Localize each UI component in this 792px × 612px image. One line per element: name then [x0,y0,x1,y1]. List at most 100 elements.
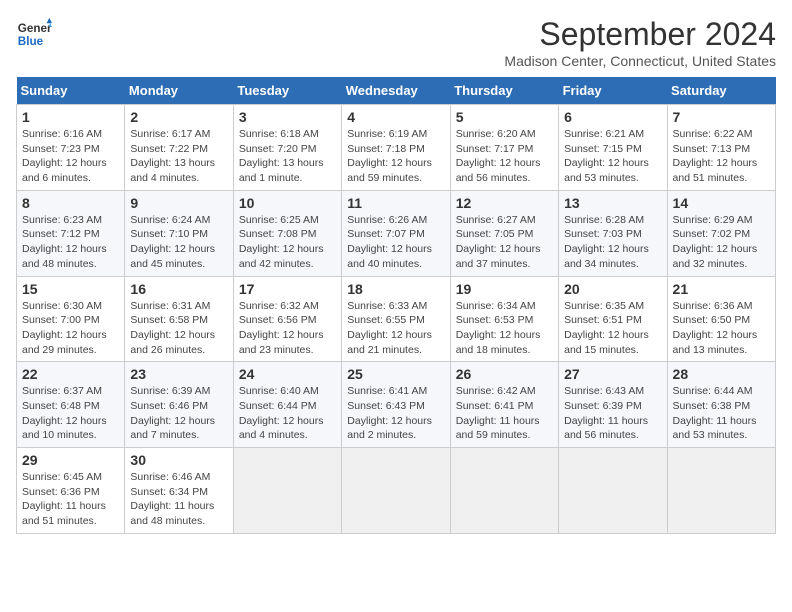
day-number: 21 [673,281,770,297]
calendar-cell: 22 Sunrise: 6:37 AMSunset: 6:48 PMDayligh… [17,362,125,448]
calendar-cell: 20 Sunrise: 6:35 AMSunset: 6:51 PMDayligh… [559,276,667,362]
calendar-cell [559,448,667,534]
calendar-cell [233,448,341,534]
day-detail: Sunrise: 6:35 AMSunset: 6:51 PMDaylight:… [564,299,661,358]
day-number: 16 [130,281,227,297]
day-number: 11 [347,195,444,211]
day-number: 20 [564,281,661,297]
day-detail: Sunrise: 6:33 AMSunset: 6:55 PMDaylight:… [347,299,444,358]
calendar-cell: 17Sunrise: 6:32 AMSunset: 6:56 PMDayligh… [233,276,341,362]
calendar-cell [450,448,558,534]
day-number: 4 [347,109,444,125]
calendar-cell: 4 Sunrise: 6:19 AMSunset: 7:18 PMDaylight… [342,105,450,191]
weekday-header: Wednesday [342,77,450,105]
calendar-cell: 19 Sunrise: 6:34 AMSunset: 6:53 PMDayligh… [450,276,558,362]
calendar-cell: 6Sunrise: 6:21 AMSunset: 7:15 PMDaylight… [559,105,667,191]
day-detail: Sunrise: 6:44 AMSunset: 6:38 PMDaylight:… [673,384,770,443]
day-number: 10 [239,195,336,211]
calendar-cell: 1 Sunrise: 6:16 AMSunset: 7:23 PMDaylight… [17,105,125,191]
day-detail: Sunrise: 6:18 AMSunset: 7:20 PMDaylight:… [239,127,336,186]
calendar-cell: 13 Sunrise: 6:28 AMSunset: 7:03 PMDayligh… [559,190,667,276]
day-number: 7 [673,109,770,125]
day-detail: Sunrise: 6:42 AMSunset: 6:41 PMDaylight:… [456,384,553,443]
calendar-cell: 15 Sunrise: 6:30 AMSunset: 7:00 PMDayligh… [17,276,125,362]
day-detail: Sunrise: 6:17 AMSunset: 7:22 PMDaylight:… [130,127,227,186]
svg-text:General: General [18,22,52,35]
logo: General Blue [16,16,52,52]
calendar-cell: 10 Sunrise: 6:25 AMSunset: 7:08 PMDayligh… [233,190,341,276]
day-number: 2 [130,109,227,125]
day-number: 24 [239,366,336,382]
day-number: 29 [22,452,119,468]
day-number: 14 [673,195,770,211]
day-number: 23 [130,366,227,382]
day-number: 17 [239,281,336,297]
weekday-header: Friday [559,77,667,105]
calendar-cell: 16 Sunrise: 6:31 AMSunset: 6:58 PMDayligh… [125,276,233,362]
week-row: 15 Sunrise: 6:30 AMSunset: 7:00 PMDayligh… [17,276,776,362]
day-number: 25 [347,366,444,382]
calendar-cell: 8Sunrise: 6:23 AMSunset: 7:12 PMDaylight… [17,190,125,276]
day-detail: Sunrise: 6:29 AMSunset: 7:02 PMDaylight:… [673,213,770,272]
day-number: 1 [22,109,119,125]
day-number: 3 [239,109,336,125]
weekday-header: Thursday [450,77,558,105]
day-detail: Sunrise: 6:20 AMSunset: 7:17 PMDaylight:… [456,127,553,186]
calendar-cell: 27 Sunrise: 6:43 AMSunset: 6:39 PMDayligh… [559,362,667,448]
week-row: 8Sunrise: 6:23 AMSunset: 7:12 PMDaylight… [17,190,776,276]
day-number: 18 [347,281,444,297]
calendar-cell: 9Sunrise: 6:24 AMSunset: 7:10 PMDaylight… [125,190,233,276]
weekday-header: Tuesday [233,77,341,105]
calendar-cell: 24 Sunrise: 6:40 AMSunset: 6:44 PMDayligh… [233,362,341,448]
day-number: 27 [564,366,661,382]
calendar-cell: 23Sunrise: 6:39 AMSunset: 6:46 PMDayligh… [125,362,233,448]
day-detail: Sunrise: 6:46 AMSunset: 6:34 PMDaylight:… [130,470,227,529]
svg-text:Blue: Blue [18,35,44,48]
weekday-header: Monday [125,77,233,105]
day-detail: Sunrise: 6:41 AMSunset: 6:43 PMDaylight:… [347,384,444,443]
day-detail: Sunrise: 6:40 AMSunset: 6:44 PMDaylight:… [239,384,336,443]
week-row: 1 Sunrise: 6:16 AMSunset: 7:23 PMDaylight… [17,105,776,191]
day-number: 6 [564,109,661,125]
calendar-cell [342,448,450,534]
title-area: September 2024 Madison Center, Connectic… [504,16,776,69]
logo-icon: General Blue [16,16,52,52]
day-detail: Sunrise: 6:26 AMSunset: 7:07 PMDaylight:… [347,213,444,272]
weekday-header: Saturday [667,77,775,105]
week-row: 29Sunrise: 6:45 AMSunset: 6:36 PMDayligh… [17,448,776,534]
day-number: 26 [456,366,553,382]
calendar-cell: 2 Sunrise: 6:17 AMSunset: 7:22 PMDaylight… [125,105,233,191]
weekday-header-row: SundayMondayTuesdayWednesdayThursdayFrid… [17,77,776,105]
calendar-cell: 5 Sunrise: 6:20 AMSunset: 7:17 PMDaylight… [450,105,558,191]
day-number: 22 [22,366,119,382]
day-detail: Sunrise: 6:24 AMSunset: 7:10 PMDaylight:… [130,213,227,272]
day-number: 30 [130,452,227,468]
day-number: 13 [564,195,661,211]
day-detail: Sunrise: 6:43 AMSunset: 6:39 PMDaylight:… [564,384,661,443]
month-title: September 2024 [504,16,776,53]
calendar-cell: 29Sunrise: 6:45 AMSunset: 6:36 PMDayligh… [17,448,125,534]
calendar-cell [667,448,775,534]
calendar-cell: 26 Sunrise: 6:42 AMSunset: 6:41 PMDayligh… [450,362,558,448]
day-detail: Sunrise: 6:25 AMSunset: 7:08 PMDaylight:… [239,213,336,272]
day-detail: Sunrise: 6:27 AMSunset: 7:05 PMDaylight:… [456,213,553,272]
day-detail: Sunrise: 6:22 AMSunset: 7:13 PMDaylight:… [673,127,770,186]
day-number: 19 [456,281,553,297]
day-detail: Sunrise: 6:30 AMSunset: 7:00 PMDaylight:… [22,299,119,358]
day-detail: Sunrise: 6:19 AMSunset: 7:18 PMDaylight:… [347,127,444,186]
day-detail: Sunrise: 6:16 AMSunset: 7:23 PMDaylight:… [22,127,119,186]
calendar-cell: 11 Sunrise: 6:26 AMSunset: 7:07 PMDayligh… [342,190,450,276]
calendar-cell: 21Sunrise: 6:36 AMSunset: 6:50 PMDayligh… [667,276,775,362]
day-number: 15 [22,281,119,297]
calendar-table: SundayMondayTuesdayWednesdayThursdayFrid… [16,77,776,534]
calendar-cell: 3 Sunrise: 6:18 AMSunset: 7:20 PMDaylight… [233,105,341,191]
page-header: General Blue September 2024 Madison Cent… [16,16,776,69]
day-number: 5 [456,109,553,125]
day-detail: Sunrise: 6:37 AMSunset: 6:48 PMDaylight:… [22,384,119,443]
day-detail: Sunrise: 6:31 AMSunset: 6:58 PMDaylight:… [130,299,227,358]
day-detail: Sunrise: 6:34 AMSunset: 6:53 PMDaylight:… [456,299,553,358]
day-detail: Sunrise: 6:28 AMSunset: 7:03 PMDaylight:… [564,213,661,272]
weekday-header: Sunday [17,77,125,105]
location-title: Madison Center, Connecticut, United Stat… [504,53,776,69]
day-detail: Sunrise: 6:23 AMSunset: 7:12 PMDaylight:… [22,213,119,272]
